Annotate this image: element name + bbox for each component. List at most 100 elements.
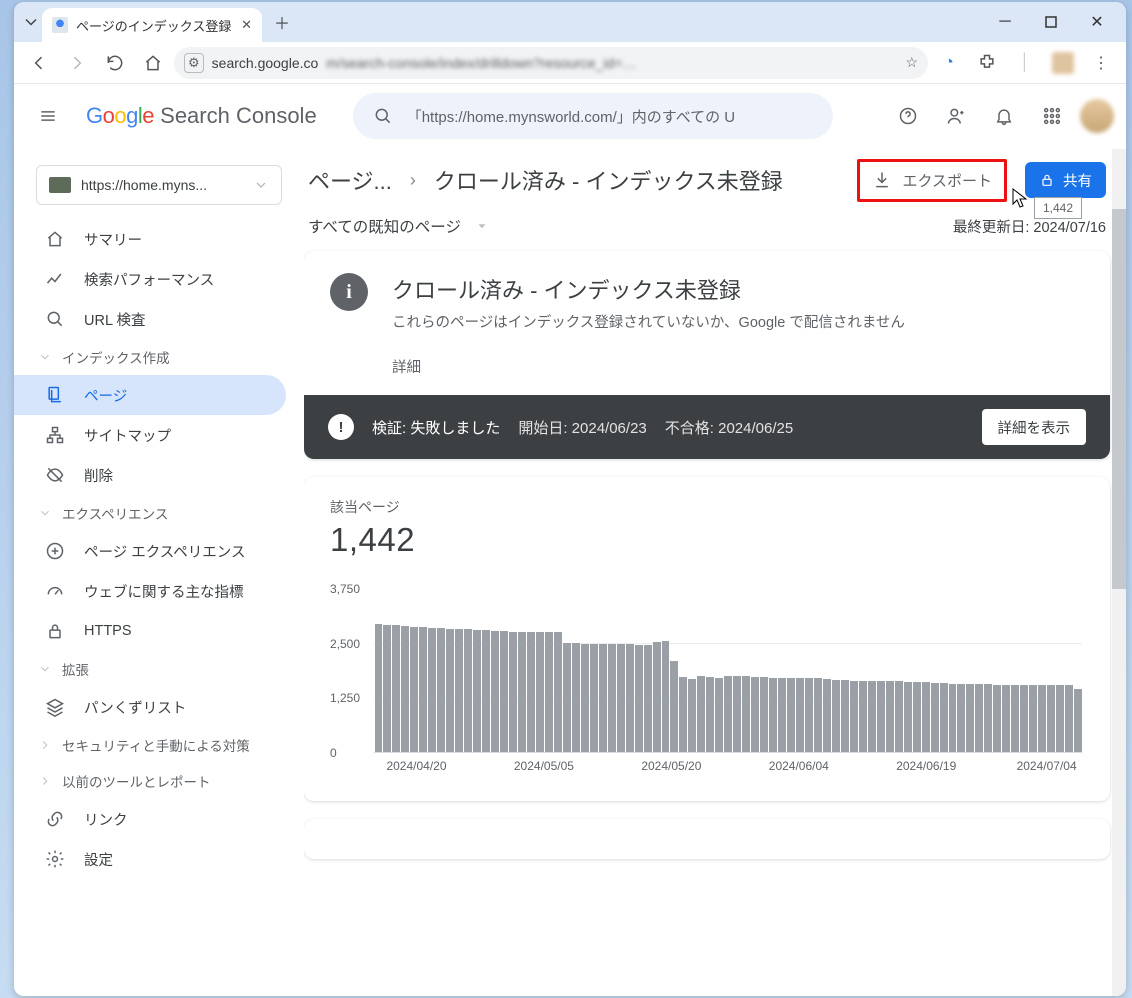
sidebar-item-pages[interactable]: ページ	[14, 375, 286, 415]
nav-reload-icon[interactable]	[98, 46, 132, 80]
chart-bar[interactable]	[455, 629, 463, 752]
chart-bar[interactable]	[922, 682, 930, 752]
sidebar-item-page-experience[interactable]: ページ エクスペリエンス	[14, 531, 286, 571]
chart-bar[interactable]	[662, 641, 670, 752]
chart-plot[interactable]: 01,2502,5003,750 2024/04/202024/05/05202…	[330, 589, 1084, 779]
chart-bar[interactable]	[554, 632, 562, 752]
chart-bar[interactable]	[886, 681, 894, 752]
hamburger-menu-icon[interactable]	[26, 94, 70, 138]
chart-bar[interactable]	[751, 677, 759, 752]
address-bar[interactable]: ⚙ search.google.co m/search-console/inde…	[174, 47, 928, 79]
account-avatar[interactable]	[1080, 99, 1114, 133]
chart-bar[interactable]	[563, 643, 571, 752]
chart-bar[interactable]	[509, 632, 517, 752]
chart-bar[interactable]	[688, 679, 696, 752]
chart-bar[interactable]	[1038, 685, 1046, 752]
window-close-icon[interactable]: ✕	[1074, 2, 1120, 42]
search-input[interactable]: 「https://home.mynsworld.com/」内のすべての U	[353, 93, 833, 139]
chart-bar[interactable]	[635, 645, 643, 752]
share-button[interactable]: 共有	[1025, 162, 1106, 198]
chart-bar[interactable]	[993, 685, 1001, 752]
validation-details-button[interactable]: 詳細を表示	[982, 409, 1087, 445]
chart-bar[interactable]	[428, 628, 436, 752]
chart-bar[interactable]	[617, 644, 625, 752]
chart-bar[interactable]	[1011, 685, 1019, 752]
window-minimize-icon[interactable]: ─	[982, 2, 1028, 42]
chart-bar[interactable]	[940, 683, 948, 752]
chart-bar[interactable]	[984, 684, 992, 752]
property-selector[interactable]: https://home.myns...	[36, 165, 282, 205]
chart-bar[interactable]	[715, 678, 723, 752]
nav-back-icon[interactable]	[22, 46, 56, 80]
sidebar-item-breadcrumbs[interactable]: パンくずリスト	[14, 687, 286, 727]
chart-bar[interactable]	[599, 644, 607, 752]
browser-menu-icon[interactable]: ⋮	[1084, 46, 1118, 80]
new-tab-button[interactable]: ＋	[268, 8, 296, 36]
info-more-link[interactable]: 詳細	[392, 356, 905, 377]
chart-bar[interactable]	[895, 681, 903, 752]
chart-bar[interactable]	[545, 632, 553, 752]
chart-bar[interactable]	[931, 683, 939, 752]
chart-bar[interactable]	[375, 624, 383, 752]
chart-bar[interactable]	[904, 682, 912, 752]
sidebar-item-links[interactable]: リンク	[14, 799, 286, 839]
chart-bar[interactable]	[1056, 685, 1064, 752]
chart-bar[interactable]	[796, 678, 804, 752]
chart-bar[interactable]	[401, 626, 409, 752]
chart-bar[interactable]	[760, 677, 768, 752]
sidebar-item-summary[interactable]: サマリー	[14, 219, 286, 259]
chart-bar[interactable]	[410, 627, 418, 752]
chart-bar[interactable]	[841, 680, 849, 752]
chart-bar[interactable]	[670, 661, 678, 752]
chart-bar[interactable]	[697, 676, 705, 752]
chart-bar[interactable]	[1020, 685, 1028, 752]
chart-bar[interactable]	[572, 643, 580, 752]
chart-bar[interactable]	[536, 632, 544, 752]
chart-bar[interactable]	[653, 642, 661, 752]
chart-bar[interactable]	[590, 644, 598, 752]
chart-bar[interactable]	[949, 684, 957, 752]
export-button[interactable]: エクスポート	[857, 159, 1007, 202]
sidebar-group-security[interactable]: セキュリティと手動による対策	[14, 727, 304, 763]
logo[interactable]: Google Search Console	[86, 103, 317, 129]
sidebar-item-removals[interactable]: 削除	[14, 455, 286, 495]
chart-bar[interactable]	[814, 678, 822, 752]
sidebar-group-legacy[interactable]: 以前のツールとレポート	[14, 763, 304, 799]
tab-close-icon[interactable]: ✕	[241, 17, 252, 33]
chart-bar[interactable]	[823, 679, 831, 752]
sidebar-group-enhancements[interactable]: 拡張	[14, 651, 304, 687]
chart-bar[interactable]	[608, 644, 616, 752]
sidebar-group-experience[interactable]: エクスペリエンス	[14, 495, 304, 531]
chart-bar[interactable]	[1074, 689, 1082, 752]
chart-bar[interactable]	[975, 684, 983, 752]
site-settings-icon[interactable]: ⚙	[184, 53, 204, 73]
help-icon[interactable]	[888, 96, 928, 136]
chart-bar[interactable]	[913, 682, 921, 752]
browser-tab[interactable]: ページのインデックス登録 ✕	[42, 8, 262, 42]
chart-bar[interactable]	[446, 629, 454, 752]
bookmark-star-icon[interactable]: ☆	[905, 54, 918, 71]
chart-bar[interactable]	[957, 684, 965, 752]
scrollbar-thumb[interactable]	[1112, 209, 1126, 589]
chart-bar[interactable]	[419, 627, 427, 752]
tab-search-icon[interactable]	[20, 11, 42, 33]
chart-bar[interactable]	[769, 678, 777, 752]
chart-bar[interactable]	[1065, 685, 1073, 752]
sidebar-item-settings[interactable]: 設定	[14, 839, 286, 879]
chart-bar[interactable]	[437, 628, 445, 752]
chart-bar[interactable]	[464, 629, 472, 752]
scrollbar[interactable]	[1112, 149, 1126, 996]
apps-grid-icon[interactable]	[1032, 96, 1072, 136]
chart-bar[interactable]	[626, 644, 634, 752]
sidebar-item-performance[interactable]: 検索パフォーマンス	[14, 259, 286, 299]
chart-bar[interactable]	[491, 631, 499, 752]
sidebar-group-index[interactable]: インデックス作成	[14, 339, 304, 375]
chart-bar[interactable]	[778, 678, 786, 752]
nav-forward-icon[interactable]	[60, 46, 94, 80]
chart-bar[interactable]	[868, 681, 876, 752]
sidebar-item-url-inspect[interactable]: URL 検査	[14, 299, 286, 339]
chart-bar[interactable]	[581, 644, 589, 752]
chart-bar[interactable]	[518, 632, 526, 752]
chart-bar[interactable]	[473, 630, 481, 752]
chart-bar[interactable]	[724, 676, 732, 752]
